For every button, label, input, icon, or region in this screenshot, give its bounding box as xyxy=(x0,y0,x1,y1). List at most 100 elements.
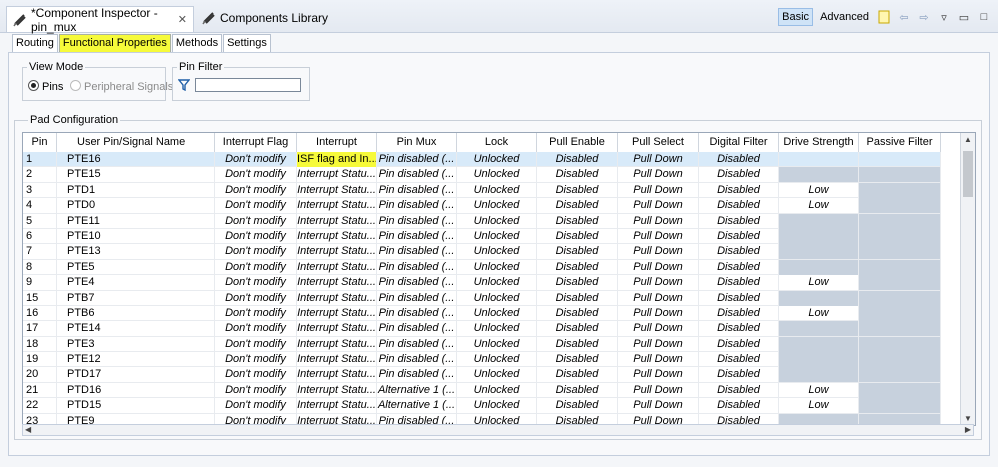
cell-passive-filter[interactable] xyxy=(859,213,941,229)
cell-digital-filter[interactable]: Disabled xyxy=(699,275,779,291)
cell-pin-mux[interactable]: Pin disabled (... xyxy=(377,352,457,368)
cell-drive-strength[interactable]: Low xyxy=(779,382,859,398)
tab-methods[interactable]: Methods xyxy=(171,34,223,52)
cell-digital-filter[interactable]: Disabled xyxy=(699,213,779,229)
cell-digital-filter[interactable]: Disabled xyxy=(699,367,779,383)
cell-pin[interactable]: 7 xyxy=(23,244,57,260)
cell-pull-select[interactable]: Pull Down xyxy=(618,198,699,214)
cell-pin[interactable]: 6 xyxy=(23,228,57,244)
cell-pull-select[interactable]: Pull Down xyxy=(618,275,699,291)
cell-interrupt[interactable]: Interrupt Statu... xyxy=(297,352,377,368)
cell-pull-select[interactable]: Pull Down xyxy=(618,259,699,275)
cell-pin-mux[interactable]: Pin disabled (... xyxy=(377,367,457,383)
table-row[interactable]: 9 PTE4 Don't modify Interrupt Statu... Pin d… xyxy=(23,275,941,291)
cell-digital-filter[interactable]: Disabled xyxy=(699,259,779,275)
cell-digital-filter[interactable]: Disabled xyxy=(699,336,779,352)
cell-pin[interactable]: 8 xyxy=(23,259,57,275)
cell-name[interactable]: PTE12 xyxy=(57,352,215,368)
cell-pull-select[interactable]: Pull Down xyxy=(618,382,699,398)
table-row[interactable]: 15 PTB7 Don't modify Interrupt Statu... Pin … xyxy=(23,290,941,306)
cell-pull-enable[interactable]: Disabled xyxy=(537,152,618,167)
cell-pull-enable[interactable]: Disabled xyxy=(537,367,618,383)
column-header-pull-enable[interactable]: Pull Enable xyxy=(537,133,618,152)
cell-pull-select[interactable]: Pull Down xyxy=(618,352,699,368)
cell-name[interactable]: PTE14 xyxy=(57,321,215,337)
cell-drive-strength[interactable] xyxy=(779,244,859,260)
cell-lock[interactable]: Unlocked xyxy=(457,382,537,398)
cell-pull-select[interactable]: Pull Down xyxy=(618,367,699,383)
cell-interrupt-flag[interactable]: Don't modify xyxy=(215,259,297,275)
cell-pin[interactable]: 4 xyxy=(23,198,57,214)
cell-passive-filter[interactable] xyxy=(859,198,941,214)
pin-filter-input[interactable] xyxy=(195,78,301,92)
maximize-icon[interactable]: □ xyxy=(976,9,992,25)
cell-interrupt-flag[interactable]: Don't modify xyxy=(215,213,297,229)
cell-digital-filter[interactable]: Disabled xyxy=(699,244,779,260)
cell-digital-filter[interactable]: Disabled xyxy=(699,152,779,167)
cell-pull-enable[interactable]: Disabled xyxy=(537,182,618,198)
cell-drive-strength[interactable] xyxy=(779,290,859,306)
cell-pin[interactable]: 20 xyxy=(23,367,57,383)
cell-pull-enable[interactable]: Disabled xyxy=(537,198,618,214)
cell-lock[interactable]: Unlocked xyxy=(457,167,537,183)
table-row[interactable]: 7 PTE13 Don't modify Interrupt Statu... Pin … xyxy=(23,244,941,260)
cell-interrupt[interactable]: Interrupt Statu... xyxy=(297,228,377,244)
table-row[interactable]: 22 PTD15 Don't modify Interrupt Statu... Alt… xyxy=(23,398,941,414)
cell-lock[interactable]: Unlocked xyxy=(457,152,537,167)
table-row[interactable]: 19 PTE12 Don't modify Interrupt Statu... Pin… xyxy=(23,352,941,368)
cell-pull-enable[interactable]: Disabled xyxy=(537,290,618,306)
cell-lock[interactable]: Unlocked xyxy=(457,182,537,198)
cell-passive-filter[interactable] xyxy=(859,321,941,337)
cell-interrupt-flag[interactable]: Don't modify xyxy=(215,367,297,383)
cell-drive-strength[interactable] xyxy=(779,167,859,183)
cell-pin[interactable]: 3 xyxy=(23,182,57,198)
cell-drive-strength[interactable] xyxy=(779,152,859,167)
cell-drive-strength[interactable] xyxy=(779,321,859,337)
column-header-name[interactable]: User Pin/Signal Name xyxy=(57,133,215,152)
cell-pull-select[interactable]: Pull Down xyxy=(618,182,699,198)
vertical-scrollbar[interactable]: ▲ ▼ xyxy=(960,133,975,425)
cell-pull-select[interactable]: Pull Down xyxy=(618,213,699,229)
cell-pull-enable[interactable]: Disabled xyxy=(537,321,618,337)
cell-pull-enable[interactable]: Disabled xyxy=(537,352,618,368)
column-header-drive-strength[interactable]: Drive Strength xyxy=(779,133,859,152)
cell-passive-filter[interactable] xyxy=(859,167,941,183)
cell-digital-filter[interactable]: Disabled xyxy=(699,198,779,214)
cell-lock[interactable]: Unlocked xyxy=(457,244,537,260)
cell-digital-filter[interactable]: Disabled xyxy=(699,182,779,198)
cell-pull-enable[interactable]: Disabled xyxy=(537,213,618,229)
cell-interrupt[interactable]: Interrupt Statu... xyxy=(297,398,377,414)
cell-lock[interactable]: Unlocked xyxy=(457,228,537,244)
cell-name[interactable]: PTD15 xyxy=(57,398,215,414)
cell-pin-mux[interactable]: Pin disabled (... xyxy=(377,321,457,337)
cell-interrupt[interactable]: Interrupt Statu... xyxy=(297,305,377,321)
cell-digital-filter[interactable]: Disabled xyxy=(699,321,779,337)
cell-pin-mux[interactable]: Pin disabled (... xyxy=(377,152,457,167)
cell-pull-select[interactable]: Pull Down xyxy=(618,398,699,414)
cell-passive-filter[interactable] xyxy=(859,275,941,291)
cell-passive-filter[interactable] xyxy=(859,244,941,260)
cell-digital-filter[interactable]: Disabled xyxy=(699,290,779,306)
cell-pull-enable[interactable]: Disabled xyxy=(537,336,618,352)
cell-name[interactable]: PTB7 xyxy=(57,290,215,306)
cell-lock[interactable]: Unlocked xyxy=(457,367,537,383)
cell-interrupt[interactable]: Interrupt Statu... xyxy=(297,244,377,260)
cell-name[interactable]: PTD0 xyxy=(57,198,215,214)
back-arrow-icon[interactable]: ⇦ xyxy=(896,9,912,25)
cell-pull-enable[interactable]: Disabled xyxy=(537,305,618,321)
tab-functional-properties[interactable]: Functional Properties xyxy=(58,34,171,52)
cell-pin-mux[interactable]: Alternative 1 (... xyxy=(377,382,457,398)
cell-pin[interactable]: 18 xyxy=(23,336,57,352)
cell-drive-strength[interactable] xyxy=(779,259,859,275)
cell-pin[interactable]: 9 xyxy=(23,275,57,291)
cell-name[interactable]: PTD17 xyxy=(57,367,215,383)
table-row[interactable]: 21 PTD16 Don't modify Interrupt Statu... Alt… xyxy=(23,382,941,399)
cell-digital-filter[interactable]: Disabled xyxy=(699,398,779,414)
cell-passive-filter[interactable] xyxy=(859,182,941,198)
cell-lock[interactable]: Unlocked xyxy=(457,213,537,229)
horizontal-scrollbar[interactable]: ◀ ▶ xyxy=(22,424,974,436)
cell-pin-mux[interactable]: Pin disabled (... xyxy=(377,167,457,183)
cell-name[interactable]: PTE10 xyxy=(57,228,215,244)
cell-pin-mux[interactable]: Pin disabled (... xyxy=(377,305,457,321)
scroll-down-icon[interactable]: ▼ xyxy=(964,414,972,423)
